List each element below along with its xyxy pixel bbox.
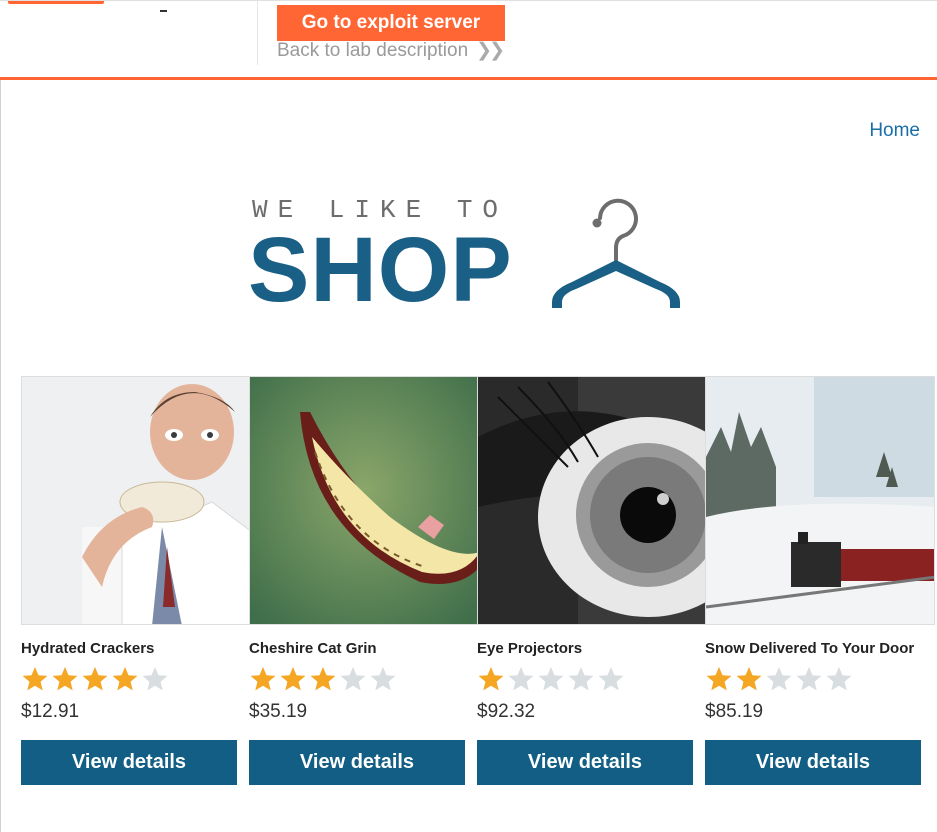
view-details-button[interactable]: View details: [21, 740, 237, 785]
lab-logo: [8, 1, 104, 4]
product-price: $35.19: [249, 701, 308, 722]
rating-stars: [477, 665, 693, 693]
product-card: Snow Delivered To Your Door $85.19 View …: [705, 376, 935, 785]
product-image-snow-train[interactable]: [705, 376, 935, 625]
back-to-lab-link[interactable]: Back to lab description ❯❯: [277, 39, 505, 62]
view-details-button[interactable]: View details: [477, 740, 693, 785]
star-empty-icon: [826, 667, 852, 691]
hanger-icon: [552, 198, 680, 308]
header-divider: [257, 1, 258, 65]
double-chevron-right-icon: ❯❯: [476, 40, 505, 61]
star-empty-icon: [598, 667, 624, 691]
star-filled-icon: [112, 667, 138, 691]
star-filled-icon: [478, 667, 504, 691]
star-empty-icon: [142, 667, 168, 691]
product-image-crackers[interactable]: [21, 376, 251, 625]
product-card: Hydrated Crackers $12.91 View details: [21, 376, 251, 785]
star-empty-icon: [766, 667, 792, 691]
banner-title: SHOP: [248, 219, 513, 321]
star-filled-icon: [736, 667, 762, 691]
product-image-eye[interactable]: [477, 376, 707, 625]
star-empty-icon: [796, 667, 822, 691]
star-empty-icon: [538, 667, 564, 691]
page-left-border: [0, 80, 1, 832]
shop-banner: WE LIKE TO SHOP: [248, 192, 698, 321]
star-filled-icon: [82, 667, 108, 691]
star-filled-icon: [706, 667, 732, 691]
product-title: Hydrated Crackers: [21, 640, 155, 657]
home-link[interactable]: Home: [869, 120, 920, 142]
view-details-button[interactable]: View details: [249, 740, 465, 785]
product-title: Snow Delivered To Your Door: [705, 640, 915, 657]
product-image-cat-grin[interactable]: [249, 376, 479, 625]
product-card: Cheshire Cat Grin $35.19 View details: [249, 376, 479, 785]
star-empty-icon: [508, 667, 534, 691]
rating-stars: [21, 665, 237, 693]
back-link-label: Back to lab description: [277, 39, 469, 61]
star-filled-icon: [280, 667, 306, 691]
star-filled-icon: [22, 667, 48, 691]
product-title: Eye Projectors: [477, 640, 583, 657]
product-price: $12.91: [21, 701, 80, 722]
exploit-server-button[interactable]: Go to exploit server: [277, 5, 505, 41]
star-filled-icon: [250, 667, 276, 691]
star-empty-icon: [340, 667, 366, 691]
product-price: $85.19: [705, 701, 764, 722]
lab-logo-fragment: [160, 7, 167, 12]
star-filled-icon: [310, 667, 336, 691]
product-card: Eye Projectors $92.32 View details: [477, 376, 707, 785]
star-empty-icon: [568, 667, 594, 691]
lab-header: Go to exploit server Back to lab descrip…: [0, 0, 937, 80]
star-filled-icon: [52, 667, 78, 691]
rating-stars: [705, 665, 921, 693]
view-details-button[interactable]: View details: [705, 740, 921, 785]
rating-stars: [249, 665, 465, 693]
star-empty-icon: [370, 667, 396, 691]
product-title: Cheshire Cat Grin: [249, 640, 377, 657]
product-price: $92.32: [477, 701, 536, 722]
